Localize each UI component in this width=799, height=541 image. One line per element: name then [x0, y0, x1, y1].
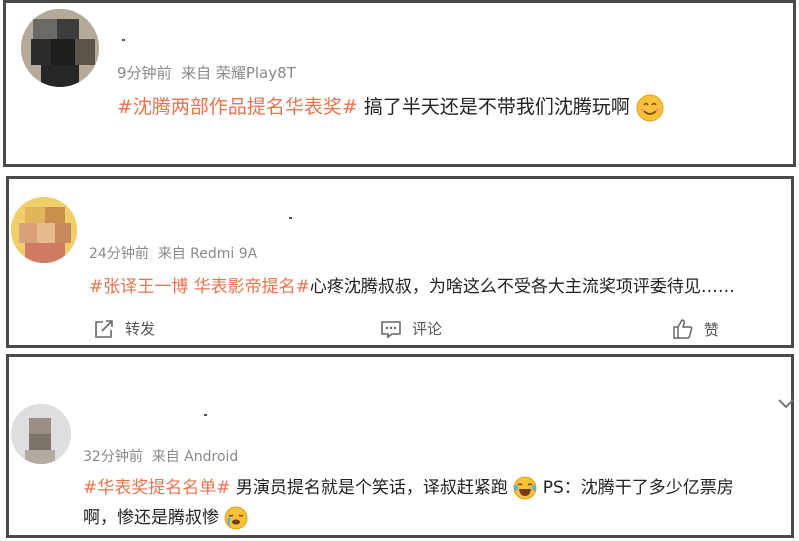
avatar[interactable] — [11, 404, 71, 464]
like-label: 赞 — [704, 320, 720, 339]
post-card-1[interactable]: 9分钟前 来自 荣耀Play8T #沈腾两部作品提名华表奖# 搞了半天还是不带我… — [3, 0, 796, 167]
topic-hashtag[interactable]: #沈腾两部作品提名华表奖# — [117, 96, 358, 118]
post-body: 男演员提名就是个笑话，译叔赶紧跑 — [230, 478, 508, 498]
chevron-down-icon[interactable] — [777, 398, 795, 410]
avatar[interactable] — [11, 197, 77, 263]
comment-icon — [381, 320, 401, 339]
topic-hashtag[interactable]: #张译王一博 华表影帝提名# — [89, 277, 310, 297]
avatar[interactable] — [21, 9, 99, 87]
post-text-line-2: 啊，惨还是腾叔惨 — [83, 503, 248, 530]
like-button[interactable]: 赞 — [672, 318, 719, 340]
post-text: #沈腾两部作品提名华表奖# 搞了半天还是不带我们沈腾玩啊 — [117, 92, 664, 122]
post-meta: 24分钟前 来自 Redmi 9A — [89, 246, 258, 262]
comment-button[interactable]: 评论 — [380, 318, 442, 339]
comment-label: 评论 — [412, 320, 443, 338]
topic-hashtag[interactable]: #华表奖提名名单# — [83, 478, 231, 498]
crying-emoji — [224, 506, 248, 530]
repost-label: 转发 — [125, 320, 156, 338]
repost-icon — [95, 319, 113, 338]
post-text: #张译王一博 华表影帝提名#心疼沈腾叔叔，为啥这么不受各大主流奖项评委待见…… — [89, 272, 735, 297]
post-body-ps: PS：沈腾干了多少亿票房 — [542, 478, 734, 498]
post-meta: 32分钟前 来自 Android — [83, 449, 239, 465]
username[interactable] — [204, 414, 207, 416]
laugh-cry-emoji — [513, 476, 537, 500]
username[interactable] — [122, 39, 125, 41]
post-meta: 9分钟前 来自 荣耀Play8T — [117, 64, 296, 82]
smile-emoji — [636, 94, 664, 121]
post-body-continued: 啊，惨还是腾叔惨 — [83, 508, 219, 528]
thumbs-up-icon — [673, 319, 693, 339]
post-card-2[interactable]: 24分钟前 来自 Redmi 9A #张译王一博 华表影帝提名#心疼沈腾叔叔，为… — [6, 176, 794, 348]
username[interactable] — [289, 217, 292, 219]
post-text-line-1: #华表奖提名名单# 男演员提名就是个笑话，译叔赶紧跑 PS：沈腾干了多少亿票房 — [83, 473, 734, 500]
repost-button[interactable]: 转发 — [93, 318, 155, 339]
post-card-3[interactable]: 32分钟前 来自 Android #华表奖提名名单# 男演员提名就是个笑话，译叔… — [6, 354, 794, 538]
post-body: 搞了半天还是不带我们沈腾玩啊 — [357, 96, 630, 118]
post-body: 心疼沈腾叔叔，为啥这么不受各大主流奖项评委待见…… — [309, 277, 735, 297]
